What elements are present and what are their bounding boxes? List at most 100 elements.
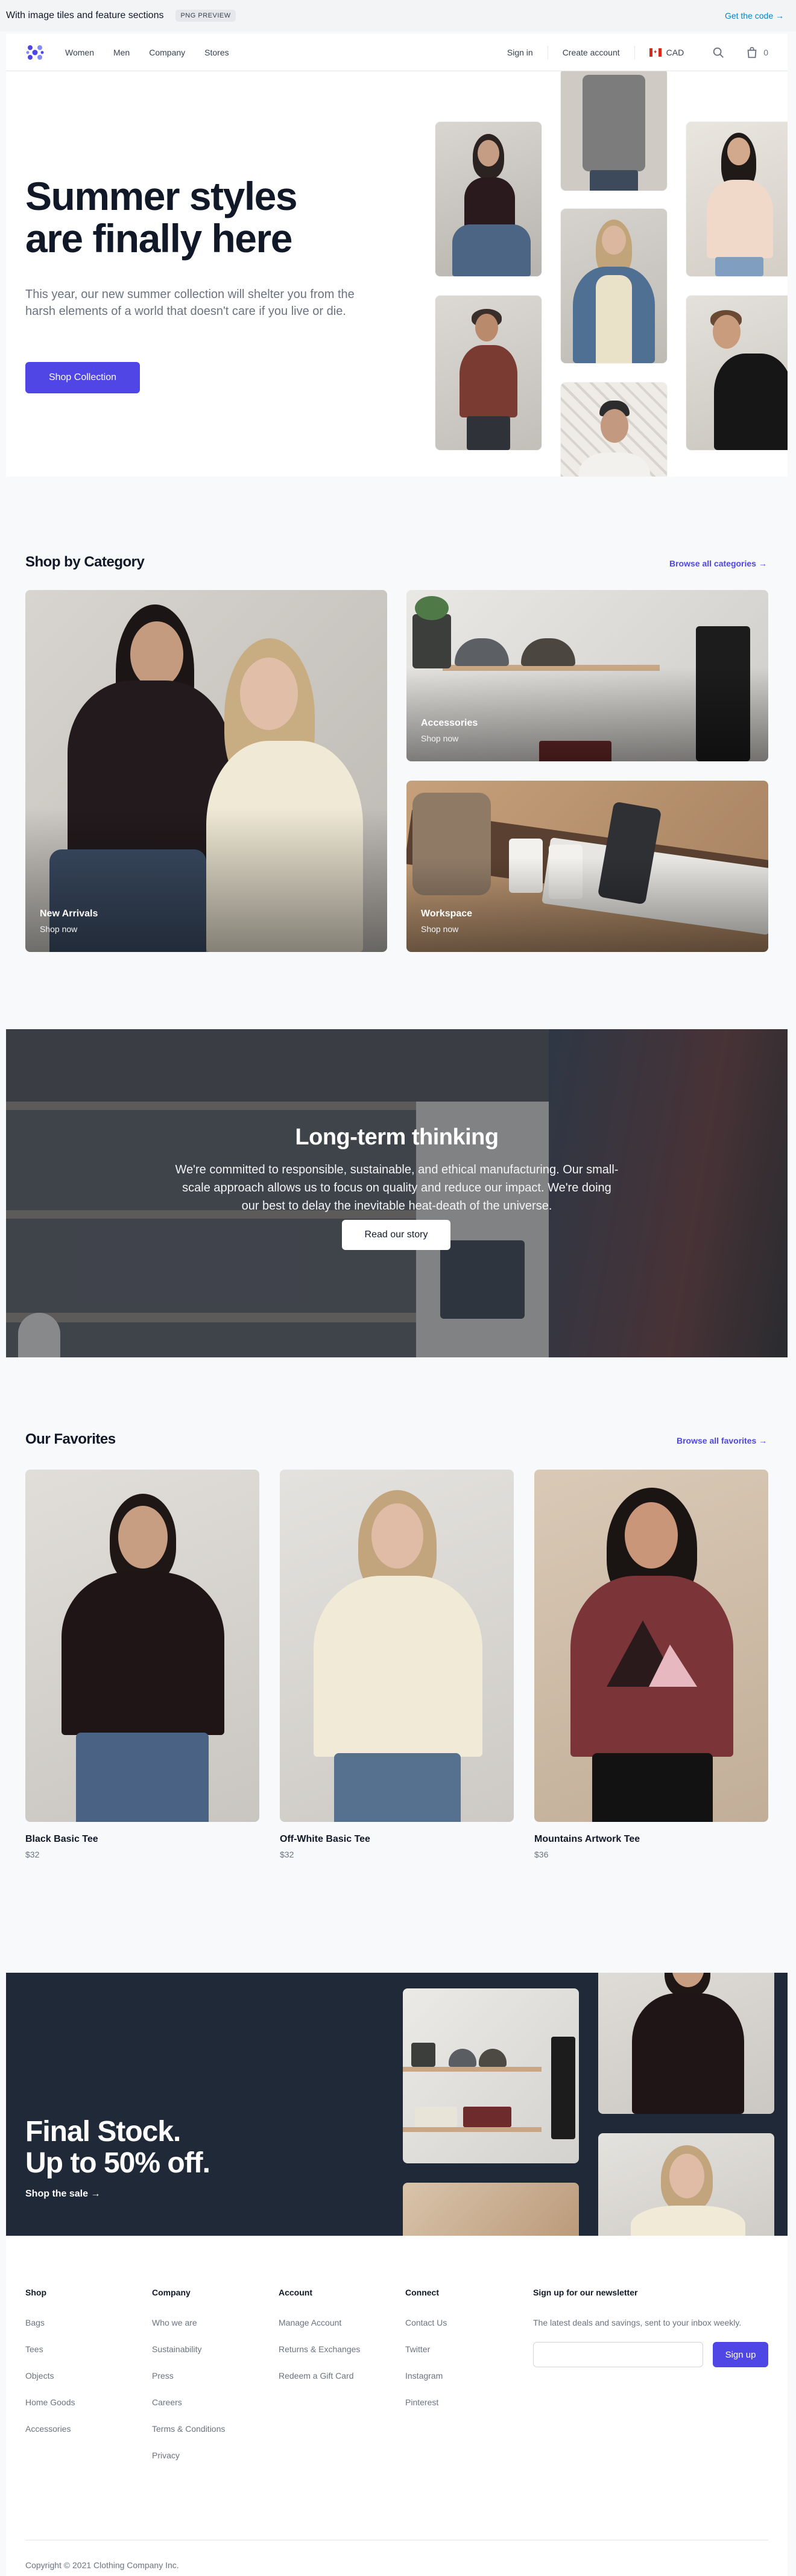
- shopping-bag-icon: [747, 46, 757, 58]
- preview-title: With image tiles and feature sections: [6, 10, 164, 21]
- footer-col-shop: Shop Bags Tees Objects Home Goods Access…: [25, 2288, 75, 2451]
- footer-link[interactable]: Objects: [25, 2371, 75, 2397]
- search-button[interactable]: [712, 46, 725, 59]
- nav-link-stores[interactable]: Stores: [204, 48, 229, 57]
- sale-tile-shelf: [403, 1988, 579, 2163]
- product-price: $32: [280, 1850, 294, 1859]
- sign-up-button[interactable]: Sign up: [713, 2342, 768, 2367]
- preview-badge: PNG PREVIEW: [175, 10, 236, 22]
- nav-link-company[interactable]: Company: [149, 48, 185, 57]
- nav-link-men[interactable]: Men: [113, 48, 130, 57]
- product-image-black-tee[interactable]: [25, 1470, 259, 1822]
- footer-link[interactable]: Sustainability: [152, 2344, 225, 2371]
- create-account-link[interactable]: Create account: [563, 48, 620, 57]
- product-name[interactable]: Mountains Artwork Tee: [534, 1834, 640, 1845]
- footer-link[interactable]: Returns & Exchanges: [279, 2344, 360, 2371]
- footer-link[interactable]: Bags: [25, 2318, 75, 2344]
- category-label: Workspace: [421, 909, 473, 919]
- hero-tile-man-black-tee: [686, 296, 788, 450]
- currency-label: CAD: [666, 47, 684, 57]
- cart-button[interactable]: 0: [745, 46, 768, 59]
- currency-selector[interactable]: ✦ CAD: [649, 48, 684, 57]
- product-image-off-white-tee[interactable]: [280, 1470, 514, 1822]
- category-card-workspace[interactable]: Workspace Shop now: [406, 781, 768, 952]
- product-price: $32: [25, 1850, 40, 1859]
- hero-tile-woman-denim-jacket: [561, 209, 667, 363]
- footer-link[interactable]: Press: [152, 2371, 225, 2397]
- footer-link[interactable]: Pinterest: [405, 2397, 447, 2424]
- hero-tile-man-brown-tee: [435, 296, 542, 450]
- hero-tile-man-beanie: [561, 382, 667, 477]
- category-title: Shop by Category: [25, 554, 145, 570]
- sale-tile-black-tee: [598, 1973, 774, 2114]
- footer-link[interactable]: Home Goods: [25, 2397, 75, 2424]
- footer-link[interactable]: Tees: [25, 2344, 75, 2371]
- footer-link[interactable]: Contact Us: [405, 2318, 447, 2344]
- get-code-link[interactable]: Get the code →: [725, 11, 784, 21]
- hero-section: Summer styles are finally here This year…: [6, 71, 788, 477]
- footer-col-connect: Connect Contact Us Twitter Instagram Pin…: [405, 2288, 447, 2424]
- shop-the-sale-link[interactable]: Shop the sale →: [25, 2189, 100, 2200]
- nav-divider: [634, 45, 635, 59]
- footer-link[interactable]: Redeem a Gift Card: [279, 2371, 360, 2397]
- long-term-section: Long-term thinking We're committed to re…: [6, 1029, 788, 1357]
- category-shop-now[interactable]: Shop now: [421, 734, 458, 743]
- category-card-new-arrivals[interactable]: New Arrivals Shop now: [25, 590, 387, 952]
- search-icon: [713, 47, 724, 58]
- footer-link[interactable]: Careers: [152, 2397, 225, 2424]
- sale-title-line1: Final Stock.: [25, 2116, 181, 2148]
- footer-heading: Connect: [405, 2288, 439, 2297]
- page-frame: Women Men Company Stores Sign in Create …: [6, 34, 788, 2576]
- footer-heading: Shop: [25, 2288, 46, 2297]
- shop-collection-button[interactable]: Shop Collection: [25, 362, 140, 393]
- sale-tile-off-white-tee: [598, 2133, 774, 2236]
- category-shop-now[interactable]: Shop now: [40, 924, 77, 934]
- product-image-mountains-tee[interactable]: [534, 1470, 768, 1822]
- category-label: Accessories: [421, 718, 478, 728]
- product-price: $36: [534, 1850, 549, 1859]
- nav-right: Sign in Create account ✦ CAD 0: [507, 45, 768, 59]
- sale-title: Final Stock. Up to 50% off.: [25, 2116, 210, 2179]
- hero-description: This year, our new summer collection wil…: [25, 288, 355, 318]
- footer-link[interactable]: Accessories: [25, 2424, 75, 2451]
- top-nav: Women Men Company Stores Sign in Create …: [6, 34, 788, 71]
- hero-tile-woman-jeans: [435, 122, 542, 276]
- footer-link[interactable]: Manage Account: [279, 2318, 360, 2344]
- sale-section: Final Stock. Up to 50% off. Shop the sal…: [6, 1973, 788, 2236]
- product-name[interactable]: Off-White Basic Tee: [280, 1834, 370, 1845]
- newsletter-description: The latest deals and savings, sent to yo…: [533, 2318, 742, 2327]
- long-term-description: We're committed to responsible, sustaina…: [175, 1163, 619, 1213]
- hero-title: Summer styles are finally here: [25, 174, 298, 261]
- product-name[interactable]: Black Basic Tee: [25, 1834, 98, 1845]
- copyright: Copyright © 2021 Clothing Company Inc.: [25, 2560, 179, 2570]
- browse-favorites-link[interactable]: Browse all favorites →: [677, 1436, 767, 1445]
- browse-categories-link[interactable]: Browse all categories →: [669, 559, 767, 568]
- footer-col-account: Account Manage Account Returns & Exchang…: [279, 2288, 360, 2397]
- footer-link[interactable]: Privacy: [152, 2451, 225, 2477]
- sale-tile-workspace: [403, 2183, 579, 2236]
- preview-bar: With image tiles and feature sections PN…: [0, 0, 796, 31]
- hero-tile-woman-printed-tee: [686, 122, 788, 276]
- canada-flag-icon: ✦: [649, 48, 662, 57]
- hero-tile-man-gray-tee: [561, 71, 667, 191]
- long-term-title: Long-term thinking: [295, 1125, 499, 1150]
- favorites-title: Our Favorites: [25, 1431, 116, 1447]
- category-shop-now[interactable]: Shop now: [421, 924, 458, 934]
- footer-link[interactable]: Terms & Conditions: [152, 2424, 225, 2451]
- sale-title-line2: Up to 50% off.: [25, 2147, 210, 2179]
- sign-in-link[interactable]: Sign in: [507, 48, 533, 57]
- footer-link[interactable]: Twitter: [405, 2344, 447, 2371]
- category-label: New Arrivals: [40, 909, 98, 919]
- category-card-accessories[interactable]: Accessories Shop now: [406, 590, 768, 761]
- footer-newsletter: Sign up for our newsletter The latest de…: [533, 2288, 768, 2367]
- read-our-story-button[interactable]: Read our story: [342, 1220, 450, 1250]
- newsletter-email-input[interactable]: [533, 2342, 703, 2367]
- footer-col-company: Company Who we are Sustainability Press …: [152, 2288, 225, 2477]
- footer: Shop Bags Tees Objects Home Goods Access…: [6, 2236, 788, 2576]
- footer-heading: Company: [152, 2288, 191, 2297]
- footer-link[interactable]: Who we are: [152, 2318, 225, 2344]
- logo-icon[interactable]: [25, 43, 45, 62]
- nav-link-women[interactable]: Women: [65, 48, 94, 57]
- footer-link[interactable]: Instagram: [405, 2371, 447, 2397]
- footer-heading: Account: [279, 2288, 312, 2297]
